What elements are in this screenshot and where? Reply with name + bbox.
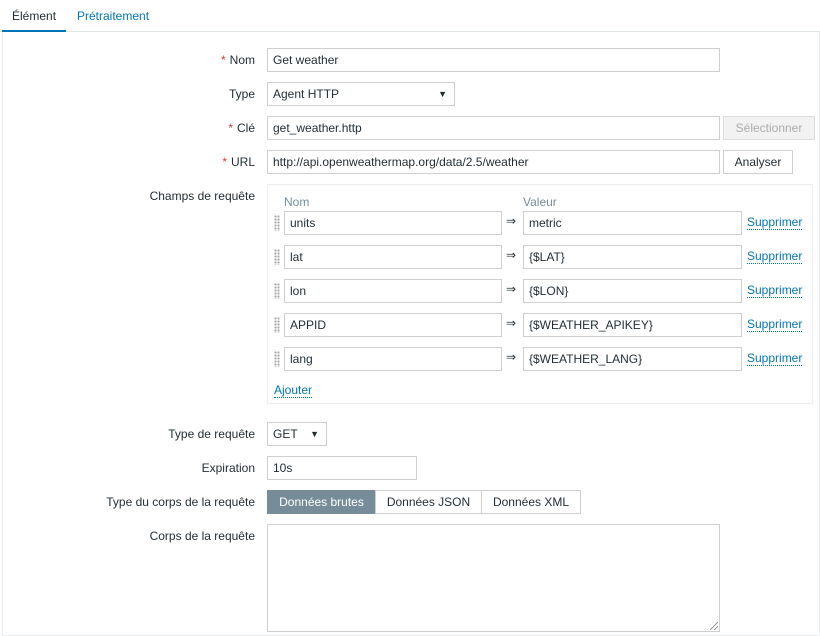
query-fields-label: Champs de requête <box>149 189 255 203</box>
body-type-raw[interactable]: Données brutes <box>267 490 376 514</box>
query-field-value-input[interactable]: {$LON} <box>523 279 742 303</box>
name-label: * Nom <box>220 53 255 67</box>
body-label: Corps de la requête <box>149 529 255 543</box>
resize-handle-icon[interactable] <box>710 622 718 630</box>
dropdown-arrow-icon: ▼ <box>438 89 447 99</box>
arrow-icon: ⇒ <box>506 350 517 364</box>
query-field-value-input[interactable]: {$WEATHER_LANG} <box>523 347 742 371</box>
add-link[interactable]: Ajouter <box>274 383 313 398</box>
request-type-select[interactable]: GET ▼ <box>267 422 327 446</box>
query-field-name-input[interactable]: APPID <box>284 313 502 337</box>
key-input[interactable]: get_weather.http <box>267 116 720 140</box>
tab-preprocessing[interactable]: Prétraitement <box>66 0 160 32</box>
body-type-label: Type du corps de la requête <box>106 495 255 509</box>
query-field-row: lat ⇒ {$LAT} Supprimer <box>268 245 814 269</box>
body-type-segmented: Données brutes Données JSON Données XML <box>267 490 581 514</box>
query-field-value-input[interactable]: {$LAT} <box>523 245 742 269</box>
query-field-value-input[interactable]: metric <box>523 211 742 235</box>
body-textarea[interactable] <box>267 524 720 632</box>
drag-handle-icon[interactable] <box>274 249 280 265</box>
tab-bar: Élément Prétraitement <box>0 0 820 32</box>
timeout-label: Expiration <box>201 461 255 475</box>
drag-handle-icon[interactable] <box>274 317 280 333</box>
timeout-input[interactable]: 10s <box>267 456 417 480</box>
query-field-row: units ⇒ metric Supprimer <box>268 211 814 235</box>
arrow-icon: ⇒ <box>506 214 517 228</box>
key-label: * Clé <box>228 121 255 135</box>
type-select-value: Agent HTTP <box>273 87 340 101</box>
query-field-row: APPID ⇒ {$WEATHER_APIKEY} Supprimer <box>268 313 814 337</box>
url-label: * URL <box>222 155 255 169</box>
arrow-icon: ⇒ <box>506 248 517 262</box>
remove-link[interactable]: Supprimer <box>747 317 803 332</box>
query-field-row: lang ⇒ {$WEATHER_LANG} Supprimer <box>268 347 814 371</box>
required-marker: * <box>222 155 227 169</box>
query-field-value-input[interactable]: {$WEATHER_APIKEY} <box>523 313 742 337</box>
remove-link[interactable]: Supprimer <box>747 351 803 366</box>
col-value-header: Valeur <box>523 195 557 209</box>
query-field-row: lon ⇒ {$LON} Supprimer <box>268 279 814 303</box>
url-input[interactable]: http://api.openweathermap.org/data/2.5/w… <box>267 150 720 174</box>
parse-button[interactable]: Analyser <box>723 150 793 174</box>
query-field-name-input[interactable]: lang <box>284 347 502 371</box>
request-type-label: Type de requête <box>168 427 255 441</box>
item-form: * Nom Get weather Type Agent HTTP ▼ * Clé … <box>2 32 820 636</box>
tab-element[interactable]: Élément <box>2 0 66 32</box>
query-fields-table: Nom Valeur units ⇒ metric Supprimer lat … <box>267 184 813 404</box>
select-button[interactable]: Sélectionner <box>723 116 815 140</box>
remove-link[interactable]: Supprimer <box>747 249 803 264</box>
type-label: Type <box>228 87 255 101</box>
query-field-name-input[interactable]: lat <box>284 245 502 269</box>
drag-handle-icon[interactable] <box>274 215 280 231</box>
arrow-icon: ⇒ <box>506 282 517 296</box>
required-marker: * <box>228 121 233 135</box>
remove-link[interactable]: Supprimer <box>747 283 803 298</box>
drag-handle-icon[interactable] <box>274 283 280 299</box>
drag-handle-icon[interactable] <box>274 351 280 367</box>
request-type-value: GET <box>273 427 298 441</box>
body-type-xml[interactable]: Données XML <box>481 490 581 514</box>
arrow-icon: ⇒ <box>506 316 517 330</box>
dropdown-arrow-icon: ▼ <box>310 429 319 439</box>
col-name-header: Nom <box>284 195 310 209</box>
type-select[interactable]: Agent HTTP ▼ <box>267 82 455 106</box>
remove-link[interactable]: Supprimer <box>747 215 803 230</box>
query-field-name-input[interactable]: units <box>284 211 502 235</box>
name-input[interactable]: Get weather <box>267 48 720 72</box>
required-marker: * <box>220 53 226 67</box>
query-field-name-input[interactable]: lon <box>284 279 502 303</box>
body-type-json[interactable]: Données JSON <box>375 490 482 514</box>
